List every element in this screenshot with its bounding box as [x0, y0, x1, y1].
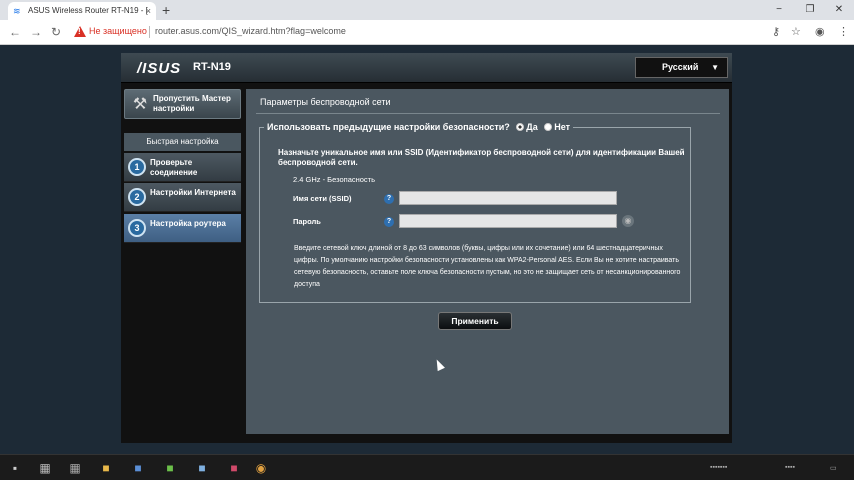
radio-no[interactable] — [544, 123, 553, 131]
language-select[interactable]: Русский ▼ — [635, 57, 728, 78]
asus-logo: /ISUS — [137, 60, 182, 77]
wifi-favicon-icon: ≋ — [13, 6, 21, 16]
reload-button[interactable]: ↻ — [51, 23, 61, 41]
chevron-down-icon: ▼ — [711, 63, 719, 72]
ssid-help-icon[interactable]: ? — [384, 194, 394, 204]
radio-yes-label[interactable]: Да — [526, 122, 537, 132]
legend-question: Использовать предыдущие настройки безопа… — [267, 122, 510, 132]
router-header: /ISUS RT-N19 Русский ▼ — [121, 53, 732, 83]
step-number-icon: 1 — [128, 158, 146, 176]
radio-no-label[interactable]: Нет — [554, 122, 570, 132]
tray-area[interactable]: ▪▪▪▪▪▪▪ — [710, 464, 727, 471]
security-fieldset: Использовать предыдущие настройки безопа… — [259, 122, 691, 303]
warning-icon[interactable] — [74, 26, 86, 37]
clock-area[interactable]: ▪▪▪▪ — [785, 464, 795, 471]
step-label: Проверьте соединение — [150, 158, 198, 177]
tab-title: ASUS Wireless Router RT-N19 - [ — [28, 6, 148, 15]
router-panel: /ISUS RT-N19 Русский ▼ ⚒ Пропустить Маст… — [121, 53, 732, 443]
back-button[interactable]: ← — [9, 23, 21, 41]
url-separator — [149, 26, 150, 38]
ssid-label: Имя сети (SSID) — [293, 194, 352, 203]
new-tab-button[interactable]: + — [162, 1, 170, 19]
taskbar: ▪ ▦ ▦ ■ ■ ■ ■ ■ ◉ ▪▪▪▪▪▪▪ ▪▪▪▪ ▭ — [0, 454, 854, 480]
forward-button[interactable]: → — [30, 23, 42, 41]
step-number-icon: 2 — [128, 188, 146, 206]
step-label: Настройка роутера — [150, 219, 226, 228]
taskview-icon[interactable]: ▦ — [38, 461, 52, 475]
quick-setup-header: Быстрая настройка — [124, 133, 241, 151]
step-number-icon: 3 — [128, 219, 146, 237]
page-viewport: /ISUS RT-N19 Русский ▼ ⚒ Пропустить Маст… — [0, 45, 854, 454]
password-help-icon[interactable]: ? — [384, 217, 394, 227]
step-label: Настройки Интернета — [150, 188, 236, 197]
language-selected: Русский — [662, 62, 699, 72]
skip-wizard-button[interactable]: ⚒ Пропустить Мастер настройки — [124, 89, 241, 119]
page-title: Параметры беспроводной сети — [260, 97, 391, 107]
security-legend: Использовать предыдущие настройки безопа… — [264, 122, 574, 132]
folder-icon[interactable]: ■ — [99, 461, 113, 475]
show-password-icon[interactable]: ◉ — [622, 215, 634, 227]
router-model: RT-N19 — [193, 61, 231, 73]
wrench-icon: ⚒ — [132, 96, 148, 113]
tab-close-icon[interactable]: × — [146, 2, 151, 20]
security-status[interactable]: Не защищено — [89, 26, 147, 36]
app-icon-2[interactable]: ■ — [131, 461, 145, 475]
step-router-setup[interactable]: 3 Настройка роутера — [124, 214, 241, 243]
notifications-icon[interactable]: ▭ — [830, 464, 837, 472]
minimize-button[interactable]: − — [764, 0, 794, 20]
band-security-label: 2.4 GHz - Безопасность — [293, 175, 376, 184]
app-icon-3[interactable]: ■ — [163, 461, 177, 475]
app-icon-1[interactable]: ▦ — [68, 461, 82, 475]
ssid-intro-text: Назначьте уникальное имя или SSID (Идент… — [278, 148, 685, 167]
radio-yes[interactable] — [516, 123, 525, 131]
step-internet-settings[interactable]: 2 Настройки Интернета — [124, 183, 241, 212]
key-icon[interactable]: ⚷ — [772, 24, 780, 40]
skip-wizard-label: Пропустить Мастер настройки — [153, 94, 231, 113]
wireless-settings-panel: Параметры беспроводной сети Использовать… — [246, 89, 729, 434]
maximize-button[interactable]: ❐ — [795, 0, 825, 20]
profile-icon[interactable]: ◉ — [815, 24, 825, 40]
close-window-button[interactable]: ✕ — [824, 0, 854, 20]
menu-icon[interactable]: ⋮ — [838, 24, 849, 40]
ssid-input[interactable] — [399, 191, 617, 205]
step-check-connection[interactable]: 1 Проверьте соединение — [124, 153, 241, 182]
password-label: Пароль — [293, 217, 321, 226]
title-divider — [256, 113, 720, 114]
browser-toolbar: ← → ↻ Не защищено router.asus.com/QIS_wi… — [0, 20, 854, 45]
address-bar[interactable]: router.asus.com/QIS_wizard.htm?flag=welc… — [155, 26, 346, 36]
chrome-icon[interactable]: ◉ — [254, 461, 268, 475]
apply-button[interactable]: Применить — [438, 312, 512, 330]
app-icon-4[interactable]: ■ — [195, 461, 209, 475]
bookmark-star-icon[interactable]: ☆ — [791, 24, 801, 40]
start-icon[interactable]: ▪ — [8, 461, 22, 475]
browser-tab[interactable]: ≋ ASUS Wireless Router RT-N19 - [ × — [8, 2, 156, 20]
password-input[interactable] — [399, 214, 617, 228]
app-icon-5[interactable]: ■ — [227, 461, 241, 475]
browser-tab-bar: ≋ ASUS Wireless Router RT-N19 - [ × + − … — [0, 0, 854, 20]
security-description: Введите сетевой ключ длиной от 8 до 63 с… — [294, 245, 681, 288]
